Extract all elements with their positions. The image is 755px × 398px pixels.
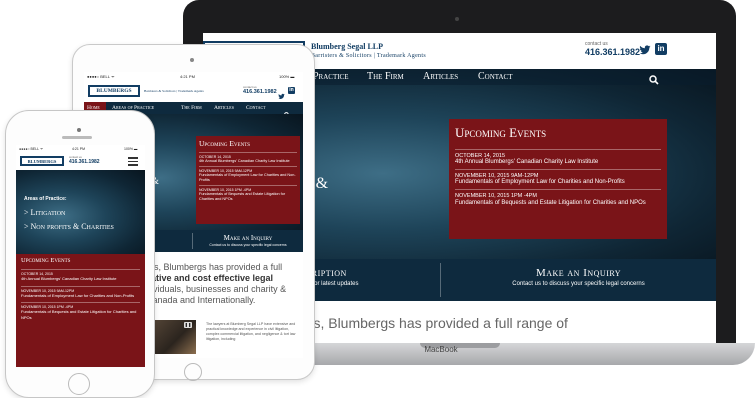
laptop-events-title: Upcoming Events xyxy=(455,125,547,140)
phone-area-nonprofits[interactable]: > Non profits & Charities xyxy=(24,222,114,231)
search-icon[interactable] xyxy=(284,105,290,118)
tablet-logo[interactable]: BLUMBERGS xyxy=(88,85,140,97)
event-title: 4th Annual Blumbergs' Canadian Charity L… xyxy=(199,159,290,163)
phone-area-litigation[interactable]: > Litigation xyxy=(24,208,65,217)
inquiry-title: Make an Inquiry xyxy=(223,234,273,242)
battery-indicator: 100% ▬ xyxy=(279,74,295,79)
phone-upcoming-events: Upcoming Events OCTOBER 14, 2015 4th Ann… xyxy=(16,254,145,367)
event-title: Fundamentals of Bequests and Estate Liti… xyxy=(199,192,286,201)
phone-areas-label: Areas of Practice: xyxy=(24,196,67,202)
laptop-upcoming-events: Upcoming Events OCTOBER 14, 2015 4th Ann… xyxy=(449,119,667,239)
tablet-phone-number[interactable]: 416.361.1982 xyxy=(243,89,277,95)
inquiry-title: Make an Inquiry xyxy=(535,267,622,279)
tablet-home-button[interactable] xyxy=(184,363,202,381)
event-title: Fundamentals of Employment Law for Chari… xyxy=(21,292,135,298)
inquiry-subtitle: Contact us to discuss your specific lega… xyxy=(512,281,645,287)
laptop-phone-number[interactable]: 416.361.1982 xyxy=(585,47,640,57)
linkedin-icon[interactable]: in xyxy=(288,87,295,94)
phone-event-item[interactable]: NOVEMBER 10, 2015 9AM-12PM Fundamentals … xyxy=(21,285,140,299)
tablet-blurb: The lawyers at Blumberg Segal LLP have e… xyxy=(206,322,296,341)
event-title: Fundamentals of Bequests and Estate Liti… xyxy=(21,309,137,320)
phone-camera xyxy=(77,128,81,132)
make-inquiry-button[interactable]: Make an Inquiry Contact us to discuss yo… xyxy=(193,230,303,252)
phone-logo[interactable]: BLUMBERGS xyxy=(20,156,64,166)
hamburger-menu-icon[interactable] xyxy=(128,157,138,166)
laptop-event-item[interactable]: NOVEMBER 10, 2015 1PM -4PM Fundamentals … xyxy=(455,189,661,207)
phone-status-bar: ●●●●○ BELL ᯤ 4:21 PM 100% ▬ xyxy=(16,145,145,152)
phone-events-title: Upcoming Events xyxy=(21,257,71,264)
intro-line: vative and cost effective legal xyxy=(146,273,274,283)
tablet-camera xyxy=(190,58,194,62)
area-label: Non profits & Charities xyxy=(30,222,114,231)
phone-speaker xyxy=(62,136,92,139)
event-title: Fundamentals of Bequests and Estate Liti… xyxy=(455,200,646,206)
status-time: 4:21 PM xyxy=(180,74,195,79)
phone-phone-number[interactable]: 416.361.1982 xyxy=(69,159,100,165)
tablet-event-item[interactable]: NOVEMBER 10, 2015 9AM-12PM Fundamentals … xyxy=(199,166,297,183)
laptop-nav-the-firm[interactable]: The Firm xyxy=(367,71,404,82)
inquiry-subtitle: Contact us to discuss your specific lega… xyxy=(209,243,287,247)
event-title: 4th Annual Blumbergs' Canadian Charity L… xyxy=(455,159,599,165)
event-title: Fundamentals of Employment Law for Chari… xyxy=(455,179,625,185)
tablet-nav-articles[interactable]: Articles xyxy=(214,105,234,111)
tablet-logo-subtitle: Barristers & Solicitors | Trademark Agen… xyxy=(144,89,204,93)
twitter-icon[interactable] xyxy=(278,87,285,100)
event-title: Fundamentals of Employment Law for Chari… xyxy=(199,173,296,182)
linkedin-icon[interactable]: in xyxy=(655,43,667,55)
tablet-upcoming-events: Upcoming Events OCTOBER 14, 2015 4th Ann… xyxy=(196,136,300,224)
intro-line: Canada and Internationally. xyxy=(146,295,256,305)
intro-line: dividuals, businesses and charity & xyxy=(146,284,287,294)
twitter-icon[interactable] xyxy=(639,43,651,55)
tablet-status-bar: ●●●●○ BELL ᯤ 4:21 PM 100% ▬ xyxy=(84,72,303,80)
phone-hero: Areas of Practice: > Litigation > Non pr… xyxy=(16,170,145,254)
laptop-camera xyxy=(455,17,459,21)
event-title: 4th Annual Blumbergs' Canadian Charity L… xyxy=(21,276,117,281)
laptop-event-item[interactable]: NOVEMBER 10, 2015 9AM-12PM Fundamentals … xyxy=(455,169,661,185)
laptop-nav-practice[interactable]: Practice xyxy=(313,71,349,82)
laptop-logo-title: Blumberg Segal LLP xyxy=(311,42,384,51)
phone-screen: ●●●●○ BELL ᯤ 4:21 PM 100% ▬ BLUMBERGS co… xyxy=(16,145,145,367)
laptop-intro-text: ars, Blumbergs has provided a full range… xyxy=(301,315,568,331)
tablet-event-item[interactable]: OCTOBER 14, 2015 4th Annual Blumbergs' C… xyxy=(199,152,297,164)
laptop-nav-articles[interactable]: Articles xyxy=(423,71,458,82)
phone-event-item[interactable]: OCTOBER 14, 2015 4th Annual Blumbergs' C… xyxy=(21,269,140,282)
status-time: 4:21 PM xyxy=(72,147,86,151)
tablet-nav-contact[interactable]: Contact xyxy=(246,105,266,111)
laptop-event-item[interactable]: OCTOBER 14, 2015 4th Annual Blumbergs' C… xyxy=(455,149,661,165)
make-inquiry-button[interactable]: Make an Inquiry Contact us to discuss yo… xyxy=(441,259,716,301)
tablet-intro-text: ars, Blumbergs has provided a full vativ… xyxy=(146,262,303,306)
tablet-events-title: Upcoming Events xyxy=(199,139,251,148)
phone-header: BLUMBERGS contact us 416.361.1982 xyxy=(16,152,145,170)
tablet-nav-the-firm[interactable]: The Firm xyxy=(181,105,202,111)
tablet-event-item[interactable]: NOVEMBER 10, 2015 1PM -4PM Fundamentals … xyxy=(199,185,297,202)
laptop-brand-label: MacBook xyxy=(424,345,458,354)
intro-line: ars, Blumbergs has provided a full xyxy=(146,262,283,272)
search-icon[interactable] xyxy=(649,72,659,85)
laptop-nav-contact[interactable]: Contact xyxy=(478,71,513,82)
battery-indicator: 100% ▬ xyxy=(124,147,138,151)
phone-event-item[interactable]: NOVEMBER 10, 2015 1PM -4PM Fundamentals … xyxy=(21,302,140,320)
laptop-logo-subtitle: Barristers & Solicitors | Trademark Agen… xyxy=(311,53,426,59)
tablet-header: BLUMBERGS Barristers & Solicitors | Trad… xyxy=(84,80,303,102)
area-label: Litigation xyxy=(30,208,66,217)
pause-icon[interactable]: ❚❚ xyxy=(184,322,192,328)
phone-home-button[interactable] xyxy=(68,373,90,395)
